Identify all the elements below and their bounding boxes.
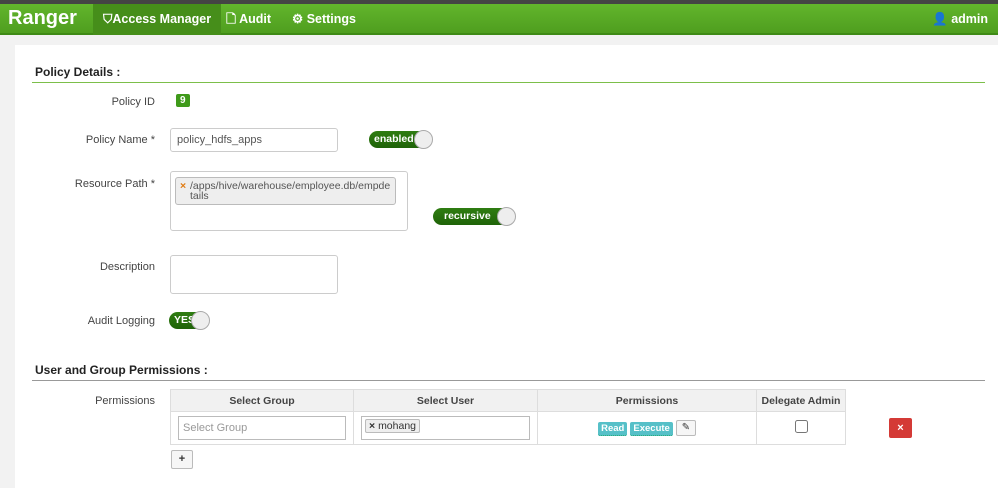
header-select-group: Select Group bbox=[170, 389, 354, 412]
toggle-knob bbox=[191, 311, 210, 330]
resource-path-tag: ×/apps/hive/warehouse/employee.db/empdet… bbox=[175, 177, 396, 205]
remove-icon[interactable]: × bbox=[180, 181, 186, 192]
audit-logging-label: Audit Logging bbox=[87, 315, 155, 327]
nav-settings[interactable]: ⚙ Settings bbox=[282, 4, 366, 35]
divider bbox=[32, 82, 985, 83]
description-label: Description bbox=[99, 261, 155, 273]
select-user-input[interactable]: × mohang bbox=[361, 416, 530, 440]
resource-path-label: Resource Path * bbox=[74, 178, 155, 190]
divider bbox=[32, 380, 985, 381]
permissions-label: Permissions bbox=[95, 395, 155, 407]
table-row: Select Group × mohang Read Execute ✎ bbox=[170, 411, 846, 445]
policy-id-badge: 9 bbox=[176, 94, 190, 107]
remove-icon[interactable]: × bbox=[369, 420, 378, 432]
table-header: Select Group Select User Permissions Del… bbox=[170, 389, 846, 412]
nav-access-manager[interactable]: ⛉Access Manager bbox=[93, 4, 222, 35]
permission-execute[interactable]: Execute bbox=[630, 421, 673, 436]
permissions-heading: User and Group Permissions : bbox=[35, 363, 208, 377]
recursive-toggle[interactable]: recursive bbox=[433, 207, 516, 226]
permissions-table: Select Group Select User Permissions Del… bbox=[170, 389, 846, 445]
policy-name-label: Policy Name * bbox=[85, 134, 155, 146]
navbar: Ranger ⛉Access Manager 🗋 Audit ⚙ Setting… bbox=[0, 4, 998, 35]
audit-logging-toggle[interactable]: YES bbox=[169, 311, 210, 330]
enabled-toggle[interactable]: enabled bbox=[369, 130, 433, 149]
nav-audit[interactable]: 🗋 Audit bbox=[216, 4, 281, 35]
shield-icon: ⛉ bbox=[103, 12, 113, 26]
edit-permissions-button[interactable]: ✎ bbox=[675, 420, 696, 436]
header-select-user: Select User bbox=[353, 389, 538, 412]
permission-read[interactable]: Read bbox=[598, 421, 628, 436]
brand-logo[interactable]: Ranger bbox=[8, 7, 77, 30]
select-group-input[interactable]: Select Group bbox=[178, 416, 346, 440]
user-menu[interactable]: 👤 admin bbox=[932, 4, 988, 35]
toggle-knob bbox=[414, 130, 433, 149]
policy-id-label: Policy ID bbox=[111, 96, 155, 108]
gear-icon: ⚙ bbox=[292, 12, 307, 26]
toggle-knob bbox=[497, 207, 516, 226]
policy-form: Policy Details : Policy ID 9 Policy Name… bbox=[15, 45, 998, 488]
user-tag: × mohang bbox=[365, 419, 421, 433]
delegate-admin-checkbox[interactable] bbox=[794, 420, 808, 433]
policy-details-heading: Policy Details : bbox=[35, 65, 121, 79]
pencil-icon: ✎ bbox=[681, 422, 691, 433]
header-permissions: Permissions bbox=[537, 389, 757, 412]
resource-path-input[interactable]: ×/apps/hive/warehouse/employee.db/empdet… bbox=[170, 171, 408, 231]
file-icon: 🗋 bbox=[226, 12, 240, 26]
delete-row-button[interactable]: × bbox=[889, 418, 912, 438]
user-icon: 👤 bbox=[932, 12, 952, 26]
add-row-button[interactable]: + bbox=[171, 450, 193, 469]
policy-name-input[interactable]: policy_hdfs_apps bbox=[170, 128, 338, 152]
description-textarea[interactable] bbox=[170, 255, 338, 294]
header-delegate-admin: Delegate Admin bbox=[756, 389, 846, 412]
